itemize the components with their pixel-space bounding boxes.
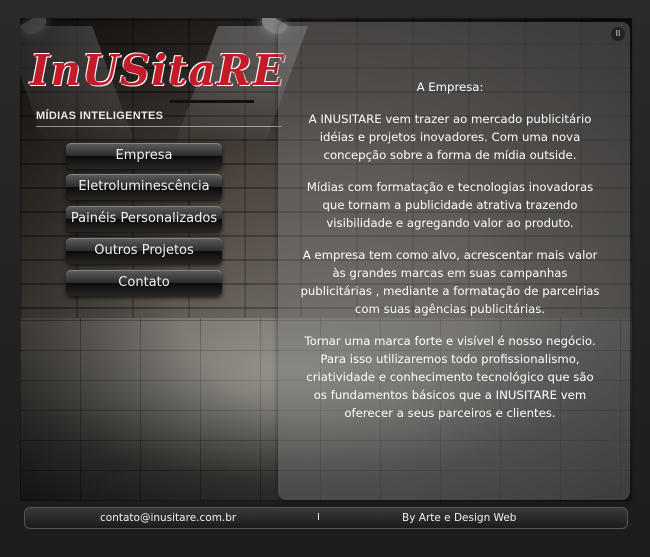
menu-item-eletroluminescencia[interactable]: Eletroluminescência — [66, 174, 222, 200]
menu-item-contato[interactable]: Contato — [66, 270, 222, 296]
menu-item-outros-projetos[interactable]: Outros Projetos — [66, 238, 222, 264]
menu-item-paineis-personalizados[interactable]: Painéis Personalizados — [66, 206, 222, 232]
footer-separator: I — [317, 512, 320, 523]
content-paragraph: Tornar uma marca forte e visível é nosso… — [304, 334, 596, 420]
pause-icon[interactable]: II — [611, 27, 625, 41]
content-text: A Empresa: A INUSITARE vem trazer ao mer… — [300, 78, 600, 436]
menu-item-empresa[interactable]: Empresa — [66, 143, 222, 169]
logo-underline — [170, 100, 254, 103]
tagline-divider — [36, 126, 282, 127]
content-paragraph: A empresa tem como alvo, acrescentar mai… — [300, 248, 600, 316]
content-title: A Empresa: — [416, 80, 484, 94]
content-paragraph: Mídias com formatação e tecnologias inov… — [306, 180, 594, 230]
footer-credit-link[interactable]: By Arte e Design Web — [402, 510, 542, 526]
content-paragraph: A INUSITARE vem trazer ao mercado public… — [308, 112, 592, 162]
footer-email-link[interactable]: contato@inusitare.com.br — [100, 510, 250, 526]
